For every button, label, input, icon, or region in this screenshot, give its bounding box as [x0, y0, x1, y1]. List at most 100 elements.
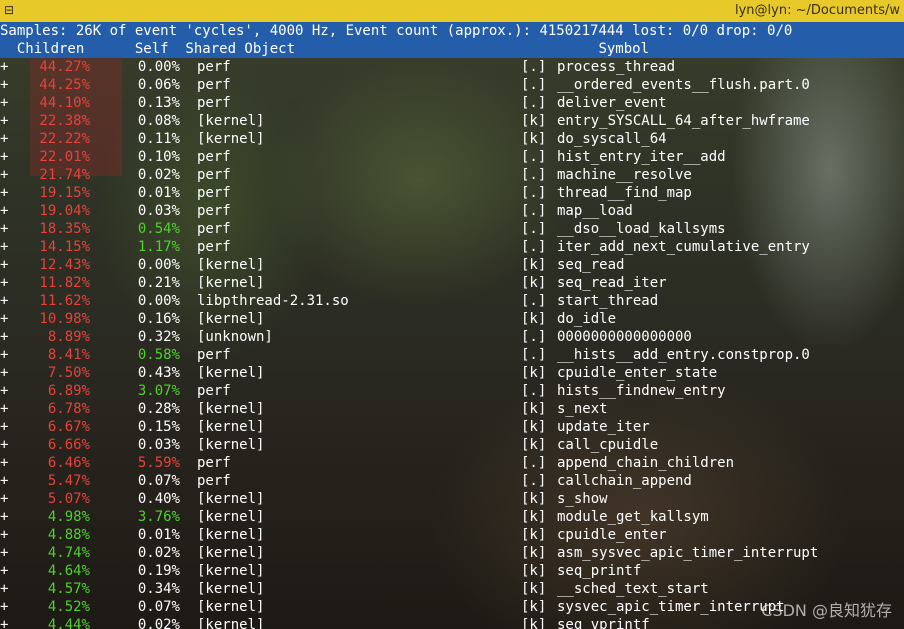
expand-toggle[interactable]: +: [0, 454, 8, 472]
table-row[interactable]: +4.64% 0.19% [kernel] [k] seq_printf: [0, 562, 904, 580]
expand-toggle[interactable]: +: [0, 112, 8, 130]
table-row[interactable]: +4.88% 0.01% [kernel] [k] cpuidle_enter: [0, 526, 904, 544]
table-row[interactable]: +22.22% 0.11% [kernel] [k] do_syscall_64: [0, 130, 904, 148]
symbol-level: [k]: [521, 311, 547, 327]
shared-object: [kernel]: [197, 365, 265, 381]
expand-toggle[interactable]: +: [0, 436, 8, 454]
table-row[interactable]: +11.62% 0.00% libpthread-2.31.so [.] start_t…: [0, 292, 904, 310]
expand-toggle[interactable]: +: [0, 166, 8, 184]
symbol-level: [k]: [521, 419, 547, 435]
samples-summary: Samples: 26K of event 'cycles', 4000 Hz,…: [0, 23, 793, 39]
shared-object: perf: [197, 347, 231, 363]
children-percent: 6.46%: [47, 455, 90, 471]
expand-toggle[interactable]: +: [0, 148, 8, 166]
table-row[interactable]: +44.25% 0.06% perf [.] __ordered_events__flu…: [0, 76, 904, 94]
expand-toggle[interactable]: +: [0, 238, 8, 256]
perf-report-table[interactable]: +44.27% 0.00% perf [.] process_thread +44.25%…: [0, 58, 904, 629]
self-percent: 0.07%: [137, 473, 180, 489]
table-row[interactable]: +44.27% 0.00% perf [.] process_thread: [0, 58, 904, 76]
table-row[interactable]: +4.74% 0.02% [kernel] [k] asm_sysvec_apic_ti…: [0, 544, 904, 562]
children-percent: 12.43%: [39, 257, 90, 273]
table-row[interactable]: +10.98% 0.16% [kernel] [k] do_idle: [0, 310, 904, 328]
symbol-name: sysvec_apic_timer_interrupt: [557, 599, 785, 615]
self-percent: 0.00%: [137, 257, 180, 273]
expand-toggle[interactable]: +: [0, 418, 8, 436]
expand-toggle[interactable]: +: [0, 526, 8, 544]
table-row[interactable]: +4.98% 3.76% [kernel] [k] module_get_kallsym: [0, 508, 904, 526]
table-row[interactable]: +6.67% 0.15% [kernel] [k] update_iter: [0, 418, 904, 436]
table-row[interactable]: +7.50% 0.43% [kernel] [k] cpuidle_enter_stat…: [0, 364, 904, 382]
expand-toggle[interactable]: +: [0, 58, 8, 76]
self-percent: 5.59%: [137, 455, 180, 471]
symbol-level: [.]: [521, 473, 547, 489]
table-row[interactable]: +5.07% 0.40% [kernel] [k] s_show: [0, 490, 904, 508]
expand-toggle[interactable]: +: [0, 346, 8, 364]
watermark: CSDN @良知犹存: [761, 601, 892, 620]
table-row[interactable]: +6.78% 0.28% [kernel] [k] s_next: [0, 400, 904, 418]
table-row[interactable]: +14.15% 1.17% perf [.] iter_add_next_cumulat…: [0, 238, 904, 256]
children-percent: 44.25%: [39, 77, 90, 93]
symbol-name: __sched_text_start: [557, 581, 709, 597]
children-percent: 4.57%: [47, 581, 90, 597]
expand-toggle[interactable]: +: [0, 400, 8, 418]
expand-toggle[interactable]: +: [0, 310, 8, 328]
table-row[interactable]: +8.89% 0.32% [unknown] [.] 0000000000000000: [0, 328, 904, 346]
children-percent: 22.22%: [39, 131, 90, 147]
expand-toggle[interactable]: +: [0, 598, 8, 616]
shared-object: perf: [197, 203, 231, 219]
expand-toggle[interactable]: +: [0, 544, 8, 562]
table-row[interactable]: +19.15% 0.01% perf [.] thread__find_map: [0, 184, 904, 202]
children-percent: 11.62%: [39, 293, 90, 309]
table-row[interactable]: +8.41% 0.58% perf [.] __hists__add_entry.con…: [0, 346, 904, 364]
expand-toggle[interactable]: +: [0, 580, 8, 598]
table-row[interactable]: +22.38% 0.08% [kernel] [k] entry_SYSCALL_64_…: [0, 112, 904, 130]
self-percent: 0.43%: [137, 365, 180, 381]
terminal-titlebar[interactable]: ⊟ lyn@lyn: ~/Documents/w: [0, 0, 904, 23]
expand-toggle[interactable]: +: [0, 220, 8, 238]
symbol-name: map__load: [557, 203, 633, 219]
expand-toggle[interactable]: +: [0, 256, 8, 274]
children-percent: 4.74%: [47, 545, 90, 561]
expand-toggle[interactable]: +: [0, 184, 8, 202]
terminal-menu-icon[interactable]: ⊟: [4, 4, 17, 17]
expand-toggle[interactable]: +: [0, 292, 8, 310]
table-row[interactable]: +4.57% 0.34% [kernel] [k] __sched_text_start: [0, 580, 904, 598]
shared-object: perf: [197, 239, 231, 255]
table-row[interactable]: +6.66% 0.03% [kernel] [k] call_cpuidle: [0, 436, 904, 454]
expand-toggle[interactable]: +: [0, 364, 8, 382]
symbol-name: do_idle: [557, 311, 617, 327]
expand-toggle[interactable]: +: [0, 328, 8, 346]
table-row[interactable]: +21.74% 0.02% perf [.] machine__resolve: [0, 166, 904, 184]
table-row[interactable]: +44.10% 0.13% perf [.] deliver_event: [0, 94, 904, 112]
expand-toggle[interactable]: +: [0, 508, 8, 526]
expand-toggle[interactable]: +: [0, 382, 8, 400]
symbol-level: [.]: [521, 221, 547, 237]
self-percent: 0.03%: [137, 437, 180, 453]
table-row[interactable]: +11.82% 0.21% [kernel] [k] seq_read_iter: [0, 274, 904, 292]
table-row[interactable]: +18.35% 0.54% perf [.] __dso__load_kallsyms: [0, 220, 904, 238]
table-row[interactable]: +6.46% 5.59% perf [.] append_chain_children: [0, 454, 904, 472]
expand-toggle[interactable]: +: [0, 490, 8, 508]
expand-toggle[interactable]: +: [0, 130, 8, 148]
children-percent: 6.67%: [47, 419, 90, 435]
expand-toggle[interactable]: +: [0, 562, 8, 580]
shared-object: [kernel]: [197, 113, 265, 129]
table-row[interactable]: +5.47% 0.07% perf [.] callchain_append: [0, 472, 904, 490]
expand-toggle[interactable]: +: [0, 472, 8, 490]
table-row[interactable]: +19.04% 0.03% perf [.] map__load: [0, 202, 904, 220]
symbol-level: [.]: [521, 149, 547, 165]
table-row[interactable]: +22.01% 0.10% perf [.] hist_entry_iter__add: [0, 148, 904, 166]
children-percent: 7.50%: [47, 365, 90, 381]
expand-toggle[interactable]: +: [0, 94, 8, 112]
symbol-level: [k]: [521, 617, 547, 629]
expand-toggle[interactable]: +: [0, 76, 8, 94]
expand-toggle[interactable]: +: [0, 616, 8, 629]
symbol-level: [.]: [521, 293, 547, 309]
expand-toggle[interactable]: +: [0, 202, 8, 220]
table-row[interactable]: +12.43% 0.00% [kernel] [k] seq_read: [0, 256, 904, 274]
shared-object: [kernel]: [197, 257, 265, 273]
self-percent: 1.17%: [137, 239, 180, 255]
shared-object: perf: [197, 167, 231, 183]
expand-toggle[interactable]: +: [0, 274, 8, 292]
table-row[interactable]: +6.89% 3.07% perf [.] hists__findnew_entry: [0, 382, 904, 400]
